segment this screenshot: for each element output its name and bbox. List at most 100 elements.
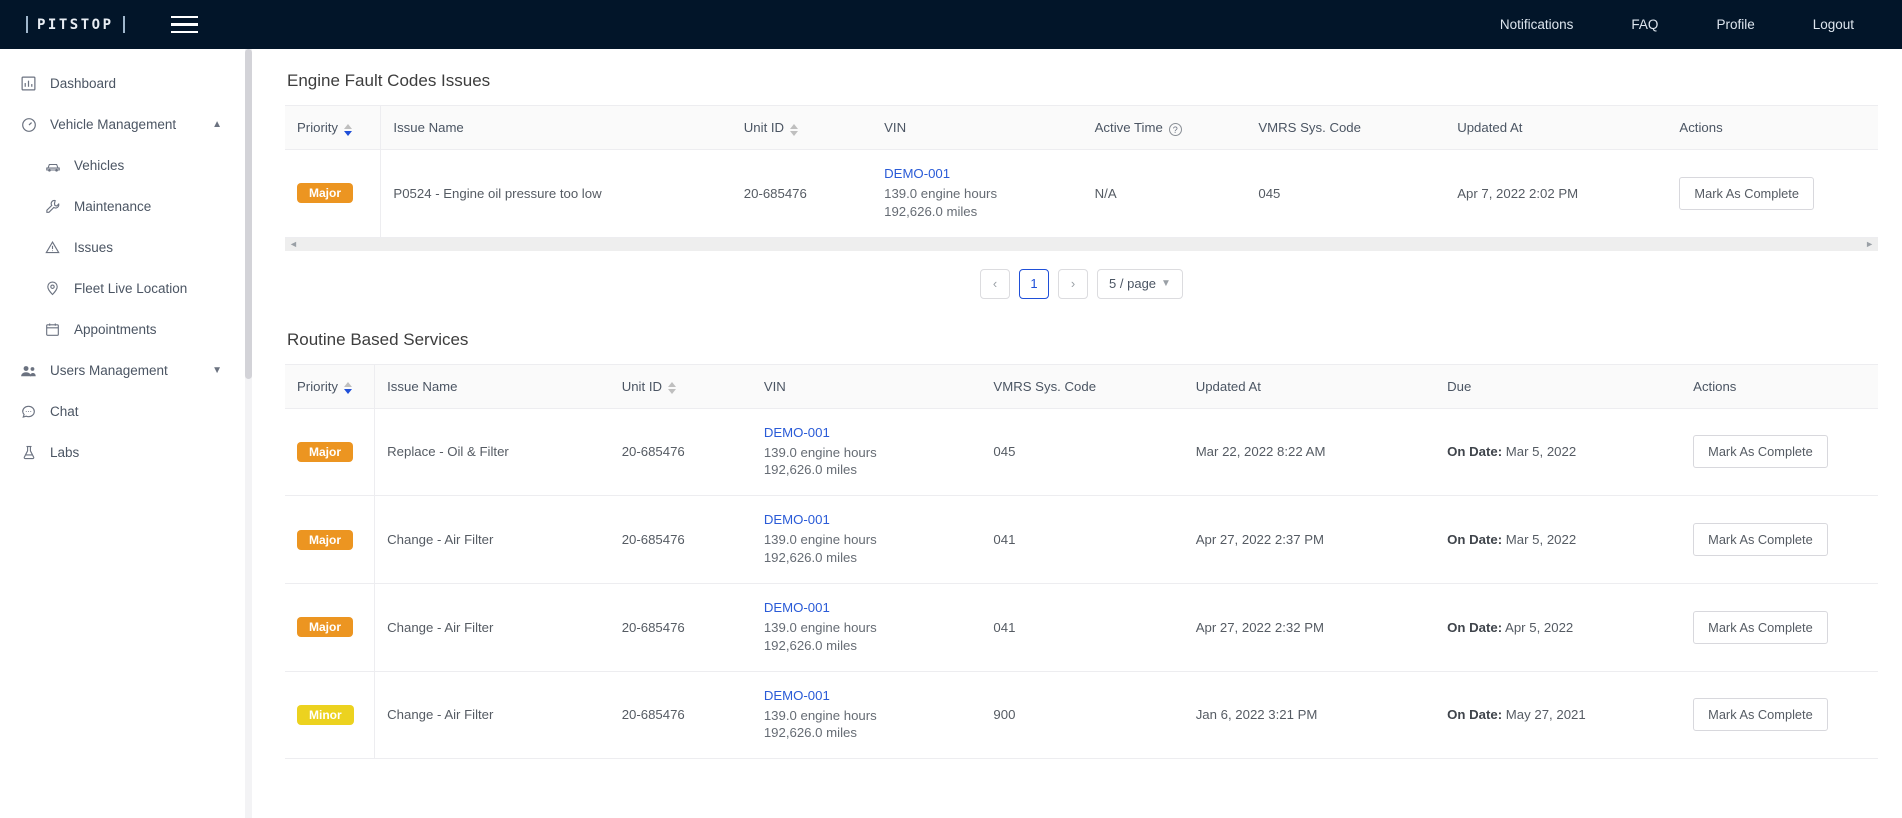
cell-actions: Mark As Complete	[1681, 408, 1878, 497]
column-header-priority[interactable]: Priority	[285, 104, 382, 151]
warning-triangle-icon	[44, 239, 61, 256]
nav-logout[interactable]: Logout	[1813, 17, 1854, 32]
sidebar-item-vehicle-management[interactable]: Vehicle Management ▲	[0, 104, 248, 145]
column-header-label: Issue Name	[393, 120, 464, 135]
routine-services-header-row: Priority Issue Name Unit ID VIN VMRS Sys. Co…	[285, 363, 1878, 409]
vin-engine-hours: 139.0 engine hours	[884, 186, 998, 202]
chart-bar-icon	[20, 75, 37, 92]
nav-faq[interactable]: FAQ	[1631, 17, 1658, 32]
sidebar-item-dashboard[interactable]: Dashboard	[0, 63, 248, 104]
column-header-updated-at: Updated At	[1445, 104, 1668, 151]
column-header-priority[interactable]: Priority	[285, 363, 376, 409]
cell-due: On Date: Mar 5, 2022	[1435, 495, 1682, 584]
sidebar-item-labs[interactable]: Labs	[0, 432, 248, 473]
cell-actions: Mark As Complete	[1667, 149, 1878, 238]
column-header-label: Unit ID	[621, 378, 663, 394]
cell-updated-at: Apr 27, 2022 2:32 PM	[1183, 583, 1436, 672]
column-header-unit-id[interactable]: Unit ID	[609, 363, 752, 409]
due-date: Mar 5, 2022	[1505, 532, 1577, 548]
vin-link[interactable]: DEMO-001	[764, 512, 970, 527]
vin-link[interactable]: DEMO-001	[764, 425, 970, 440]
vin-engine-hours: 139.0 engine hours	[763, 619, 877, 635]
column-header-active-time: Active Time?	[1082, 104, 1247, 151]
mark-as-complete-button[interactable]: Mark As Complete	[1693, 435, 1828, 469]
top-nav-links: Notifications FAQ Profile Logout	[1500, 17, 1876, 32]
engine-fault-codes-table: Priority Issue Name Unit ID VIN Active Time?…	[285, 104, 1878, 238]
column-header-unit-id[interactable]: Unit ID	[731, 104, 873, 151]
priority-badge: Minor	[297, 704, 354, 725]
table-row: Major P0524 - Engine oil pressure too low…	[285, 149, 1878, 238]
gauge-icon	[20, 116, 37, 133]
vin-miles: 192,626.0 miles	[884, 203, 978, 219]
users-icon	[20, 362, 37, 379]
cell-priority: Major	[285, 583, 376, 672]
vin-link[interactable]: DEMO-001	[764, 688, 970, 703]
column-header-updated-at: Updated At	[1183, 363, 1436, 409]
app-logo[interactable]: PITSTOP	[26, 16, 125, 33]
pagination-prev-button[interactable]: ‹	[980, 268, 1011, 299]
table-row: Minor Change - Air Filter 20-685476 DEMO-00…	[285, 671, 1878, 760]
sort-arrows-icon[interactable]	[790, 123, 799, 136]
sort-arrows-icon[interactable]	[344, 382, 353, 395]
mark-as-complete-button[interactable]: Mark As Complete	[1679, 176, 1814, 210]
page-size-label: 5 / page	[1109, 276, 1157, 292]
cell-vmrs-code: 900	[981, 671, 1184, 760]
column-header-label: VIN	[884, 120, 907, 135]
scroll-right-arrow[interactable]: ►	[1865, 239, 1874, 249]
logo-left-bar	[26, 16, 28, 33]
cell-unit-id: 20-685476	[609, 408, 752, 497]
sidebar-item-users-management[interactable]: Users Management ▼	[0, 350, 248, 391]
column-header-label: Due	[1447, 378, 1472, 394]
sidebar-item-label: Labs	[50, 445, 80, 460]
sidebar-item-chat[interactable]: Chat	[0, 391, 248, 432]
sort-arrows-icon[interactable]	[668, 382, 677, 395]
cell-updated-at: Mar 22, 2022 8:22 AM	[1183, 408, 1436, 497]
sidebar-item-appointments[interactable]: Appointments	[0, 309, 248, 350]
vin-engine-hours: 139.0 engine hours	[763, 707, 877, 723]
cell-actions: Mark As Complete	[1681, 671, 1878, 760]
scroll-left-arrow[interactable]: ◄	[289, 239, 298, 249]
due-date: Apr 5, 2022	[1505, 619, 1574, 635]
nav-profile[interactable]: Profile	[1716, 17, 1754, 32]
chevron-up-icon[interactable]: ▲	[212, 119, 222, 130]
cell-vmrs-code: 045	[981, 408, 1184, 497]
vin-miles: 192,626.0 miles	[763, 725, 857, 741]
page-size-selector[interactable]: 5 / page ▼	[1097, 268, 1183, 299]
table-row: Major Replace - Oil & Filter 20-685476 DEMO…	[285, 408, 1878, 497]
hamburger-menu-icon[interactable]	[170, 15, 198, 34]
pagination-next-button[interactable]: ›	[1058, 268, 1089, 299]
sort-arrows-icon[interactable]	[344, 123, 353, 136]
cell-vin: DEMO-001 139.0 engine hours 192,626.0 mile…	[751, 408, 982, 497]
wrench-icon	[44, 198, 61, 215]
chevron-down-icon[interactable]: ▼	[212, 365, 222, 376]
due-prefix-label: On Date:	[1447, 619, 1503, 635]
column-header-vin: VIN	[872, 104, 1083, 151]
sidebar-item-issues[interactable]: Issues	[0, 227, 248, 268]
cell-updated-at: Jan 6, 2022 3:21 PM	[1183, 671, 1436, 760]
cell-actions: Mark As Complete	[1681, 583, 1878, 672]
main-content: Engine Fault Codes Issues Priority Issue …	[249, 49, 1902, 818]
due-prefix-label: On Date:	[1447, 532, 1503, 548]
vin-link[interactable]: DEMO-001	[764, 600, 970, 615]
cell-vmrs-code: 041	[981, 583, 1184, 672]
sidebar-item-label: Fleet Live Location	[74, 281, 188, 296]
mark-as-complete-button[interactable]: Mark As Complete	[1693, 698, 1828, 732]
cell-vin: DEMO-001 139.0 engine hours 192,626.0 mile…	[872, 149, 1083, 238]
cell-due: On Date: Mar 5, 2022	[1435, 408, 1682, 497]
sidebar-item-label: Vehicles	[74, 158, 125, 173]
pagination-page-1-button[interactable]: 1	[1019, 268, 1050, 299]
mark-as-complete-button[interactable]: Mark As Complete	[1693, 610, 1828, 644]
engine-faults-horizontal-scrollbar[interactable]: ◄ ►	[285, 237, 1878, 251]
sidebar-item-label: Maintenance	[74, 199, 152, 214]
vin-link[interactable]: DEMO-001	[884, 166, 1071, 181]
cell-unit-id: 20-685476	[609, 495, 752, 584]
mark-as-complete-button[interactable]: Mark As Complete	[1693, 523, 1828, 557]
column-header-issue-name: Issue Name	[380, 104, 732, 151]
sidebar-item-label: Dashboard	[50, 76, 117, 91]
logo-text: PITSTOP	[37, 16, 114, 33]
sidebar-item-fleet-live-location[interactable]: Fleet Live Location	[0, 268, 248, 309]
sidebar-item-maintenance[interactable]: Maintenance	[0, 186, 248, 227]
nav-notifications[interactable]: Notifications	[1500, 17, 1574, 32]
sidebar-item-vehicles[interactable]: Vehicles	[0, 145, 248, 186]
help-question-icon[interactable]: ?	[1168, 123, 1182, 137]
